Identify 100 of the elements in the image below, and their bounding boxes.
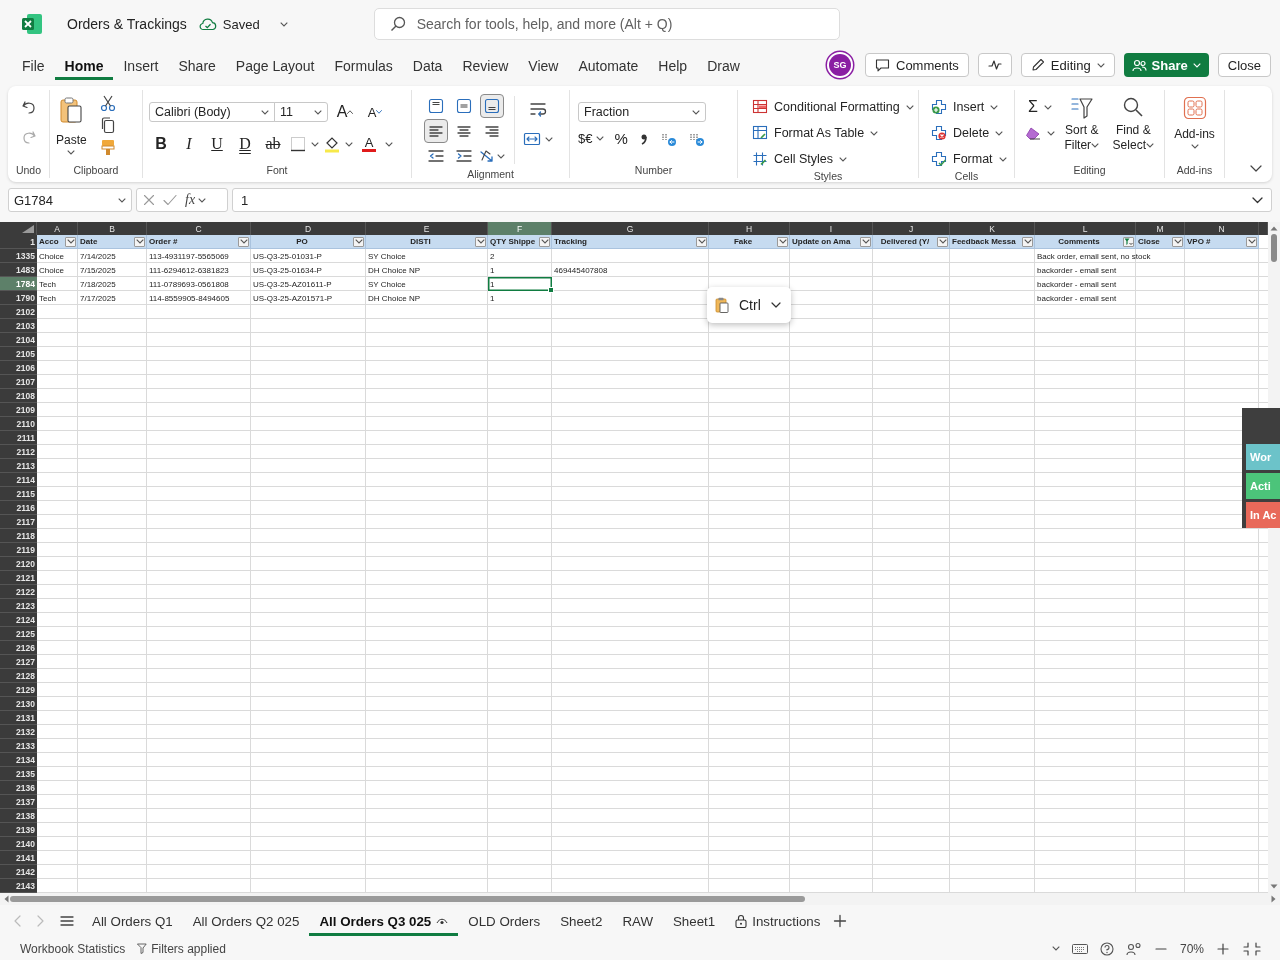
menu-tab[interactable]: Formulas — [324, 50, 403, 80]
insert-cells-icon[interactable] — [931, 99, 947, 115]
grow-font-button[interactable]: A — [332, 100, 358, 124]
scroll-left-icon[interactable] — [4, 895, 9, 903]
select-all-corner[interactable] — [0, 222, 37, 235]
wrap-text-icon[interactable] — [529, 100, 547, 118]
column-header[interactable]: A — [37, 222, 78, 235]
align-bottom-button[interactable] — [480, 94, 504, 118]
column-header[interactable]: J — [873, 222, 950, 235]
row-header[interactable]: 2109 — [0, 403, 37, 417]
zoom-level[interactable]: 70% — [1179, 941, 1204, 956]
chevron-down-icon[interactable] — [1047, 130, 1055, 136]
filter-button[interactable] — [777, 236, 788, 247]
row-header[interactable]: 2111 — [0, 431, 37, 445]
row-header[interactable]: 2130 — [0, 697, 37, 711]
active-cell[interactable]: 1 — [488, 277, 552, 291]
filter-button[interactable] — [1022, 236, 1033, 247]
row-header[interactable]: 2119 — [0, 543, 37, 557]
filter-button[interactable] — [65, 236, 76, 247]
sheet-tab[interactable]: RAW — [612, 906, 663, 936]
row-header[interactable]: 2134 — [0, 753, 37, 767]
currency-format-button[interactable]: $€ — [578, 131, 605, 146]
row-header[interactable]: 2125 — [0, 627, 37, 641]
row-header[interactable]: 2104 — [0, 333, 37, 347]
sheet-tab[interactable]: Instructions — [725, 906, 831, 936]
font-family-dropdown[interactable]: Calibri (Body) — [149, 102, 275, 122]
row-header[interactable]: 2114 — [0, 473, 37, 487]
filter-button[interactable] — [475, 236, 486, 247]
autosum-button[interactable]: Σ — [1028, 98, 1052, 116]
font-size-dropdown[interactable]: 11 — [274, 102, 328, 122]
scroll-right-icon[interactable] — [1271, 895, 1276, 903]
scroll-down-icon[interactable] — [1270, 884, 1278, 889]
column-header[interactable]: I — [790, 222, 873, 235]
filter-button[interactable] — [1172, 236, 1183, 247]
table-icon[interactable] — [752, 125, 768, 141]
row-header[interactable]: 2137 — [0, 795, 37, 809]
bold-button[interactable]: B — [149, 132, 173, 156]
row-header[interactable]: 1483 — [0, 263, 37, 277]
row-header[interactable]: 2115 — [0, 487, 37, 501]
row-header[interactable]: 2141 — [0, 851, 37, 865]
menu-tab[interactable]: Page Layout — [225, 50, 325, 80]
row-header[interactable]: 2102 — [0, 305, 37, 319]
row-header[interactable]: 2106 — [0, 361, 37, 375]
name-box[interactable]: G1784 — [8, 188, 132, 212]
row-header[interactable]: 2112 — [0, 445, 37, 459]
double-underline-button[interactable]: D — [233, 132, 257, 156]
fill-color-icon[interactable] — [323, 135, 341, 153]
row-header[interactable]: 2132 — [0, 725, 37, 739]
decrease-indent-icon[interactable] — [427, 147, 445, 165]
row-header[interactable]: 2126 — [0, 641, 37, 655]
comments-button[interactable]: Comments — [865, 53, 969, 77]
row-header[interactable]: 2133 — [0, 739, 37, 753]
column-header[interactable]: F — [488, 222, 552, 235]
find-select-button[interactable]: Find & Select — [1108, 94, 1158, 164]
chevron-down-icon[interactable] — [385, 141, 393, 147]
row-header[interactable]: 2117 — [0, 515, 37, 529]
row-header[interactable]: 2107 — [0, 375, 37, 389]
percent-button[interactable]: % — [614, 130, 628, 147]
menu-tab[interactable]: View — [518, 50, 569, 80]
chevron-down-icon[interactable] — [311, 141, 319, 147]
menu-tab[interactable]: Insert — [113, 50, 169, 80]
filter-button[interactable] — [1123, 236, 1134, 247]
italic-button[interactable]: I — [177, 132, 201, 156]
column-header[interactable]: C — [147, 222, 251, 235]
formula-field[interactable]: 1 — [232, 188, 1272, 212]
menu-tab[interactable]: File — [12, 50, 55, 80]
font-color-button[interactable]: A — [357, 132, 381, 156]
sheet-tab[interactable]: All Orders Q3 025 — [309, 906, 459, 936]
filter-button[interactable] — [539, 236, 550, 247]
cell-grid-icon[interactable] — [752, 151, 768, 167]
row-header[interactable]: 2123 — [0, 599, 37, 613]
chevron-down-icon[interactable] — [497, 153, 505, 159]
row-header[interactable]: 2105 — [0, 347, 37, 361]
delete-cells-icon[interactable] — [931, 125, 947, 141]
row-header[interactable]: 2110 — [0, 417, 37, 431]
sheet-tab[interactable]: All Orders Q2 025 — [182, 906, 310, 936]
sheet-tab[interactable]: Sheet2 — [550, 906, 613, 936]
row-header[interactable]: 2124 — [0, 613, 37, 627]
keyboard-icon[interactable] — [1071, 942, 1088, 955]
paste-button[interactable]: Paste — [56, 94, 87, 164]
filter-button[interactable] — [860, 236, 871, 247]
chevron-down-icon[interactable] — [1051, 946, 1060, 951]
cells-menu-button[interactable]: Format — [953, 148, 1007, 170]
row-header[interactable]: 2143 — [0, 879, 37, 893]
menu-tab[interactable]: Draw — [697, 50, 750, 80]
cells-menu-button[interactable]: Delete — [953, 122, 1004, 144]
filter-button[interactable] — [937, 236, 948, 247]
row-header[interactable]: 2120 — [0, 557, 37, 571]
user-avatar[interactable]: SG — [829, 54, 851, 76]
row-header[interactable]: 2140 — [0, 837, 37, 851]
sheet-tab[interactable]: Sheet1 — [663, 906, 726, 936]
scrollbar-thumb[interactable] — [10, 896, 805, 902]
people-icon[interactable] — [1125, 941, 1142, 956]
chevron-down-icon[interactable] — [1252, 196, 1263, 204]
row-header[interactable]: 2142 — [0, 865, 37, 879]
sheet-tab[interactable]: All Orders Q1 — [82, 906, 183, 936]
row-header[interactable]: 2135 — [0, 767, 37, 781]
row-header[interactable]: 2122 — [0, 585, 37, 599]
column-header[interactable]: L — [1035, 222, 1136, 235]
row-header[interactable]: 1784 — [0, 277, 37, 291]
